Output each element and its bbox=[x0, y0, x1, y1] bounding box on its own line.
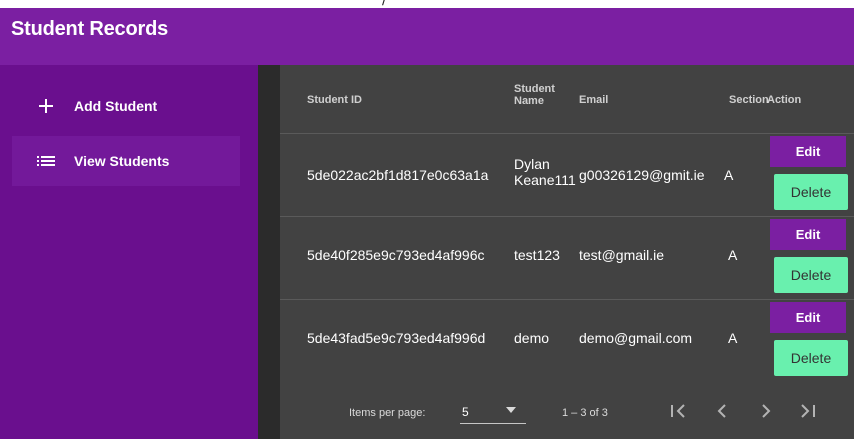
edit-button[interactable]: Edit bbox=[770, 302, 846, 333]
table-row: 5de40f285e9c793ed4af996c test123 test@gm… bbox=[280, 217, 854, 300]
edit-button[interactable]: Edit bbox=[770, 136, 846, 167]
cell-student-name: test123 bbox=[514, 247, 560, 263]
cell-email: test@gmail.ie bbox=[579, 247, 665, 263]
main-content: Student ID Student Name Email Section Ac… bbox=[258, 65, 854, 439]
plus-icon bbox=[34, 94, 58, 118]
app-toolbar: Student Records bbox=[0, 8, 854, 65]
chevron-right-icon bbox=[762, 404, 771, 418]
items-per-page-label: Items per page: bbox=[349, 407, 426, 419]
cell-email: g00326129@gmit.ie bbox=[579, 167, 705, 183]
cell-section: A bbox=[724, 167, 734, 183]
header-student-name: Student Name bbox=[514, 83, 555, 107]
cell-student-name: Dylan Keane111 bbox=[514, 156, 576, 188]
cell-email: demo@gmail.com bbox=[579, 330, 693, 346]
sidenav: Add Student View Students bbox=[0, 65, 258, 439]
chevron-down-icon bbox=[506, 407, 516, 413]
cell-student-name: demo bbox=[514, 330, 550, 346]
next-page-button[interactable] bbox=[752, 397, 780, 425]
sidebar-item-label: Add Student bbox=[74, 98, 158, 114]
delete-button[interactable]: Delete bbox=[774, 340, 848, 376]
chevron-left-icon bbox=[717, 404, 726, 418]
sidebar-item-label: View Students bbox=[74, 153, 170, 169]
cell-student-id: 5de40f285e9c793ed4af996c bbox=[307, 247, 485, 263]
last-page-button[interactable] bbox=[794, 397, 822, 425]
app-title: Student Records bbox=[11, 18, 169, 40]
table-header: Student ID Student Name Email Section Ac… bbox=[280, 65, 854, 134]
students-table: Student ID Student Name Email Section Ac… bbox=[280, 65, 854, 439]
page-size-value: 5 bbox=[462, 405, 469, 419]
first-page-button[interactable] bbox=[664, 397, 692, 425]
page-size-select[interactable]: 5 bbox=[460, 403, 526, 424]
edit-button[interactable]: Edit bbox=[770, 219, 846, 250]
delete-button[interactable]: Delete bbox=[774, 174, 848, 210]
cell-section: A bbox=[728, 247, 738, 263]
last-page-icon bbox=[801, 404, 815, 418]
header-student-id: Student ID bbox=[307, 94, 362, 106]
sidebar-item-view-students[interactable]: View Students bbox=[12, 136, 240, 186]
cell-section: A bbox=[728, 330, 738, 346]
cell-student-id: 5de022ac2bf1d817e0c63a1a bbox=[307, 167, 489, 183]
header-section: Section bbox=[729, 94, 769, 106]
header-action: Action bbox=[767, 94, 802, 106]
cropped-text-fragment: / bbox=[382, 0, 387, 8]
list-icon bbox=[34, 149, 58, 173]
delete-button[interactable]: Delete bbox=[774, 257, 848, 293]
table-row: 5de43fad5e9c793ed4af996d demo demo@gmail… bbox=[280, 300, 854, 382]
first-page-icon bbox=[671, 404, 685, 418]
cell-student-id: 5de43fad5e9c793ed4af996d bbox=[307, 330, 486, 346]
sidebar-item-add-student[interactable]: Add Student bbox=[12, 81, 240, 131]
table-row: 5de022ac2bf1d817e0c63a1a Dylan Keane111 … bbox=[280, 134, 854, 217]
previous-page-button[interactable] bbox=[708, 397, 736, 425]
range-label: 1 – 3 of 3 bbox=[562, 407, 608, 419]
paginator: Items per page: 5 1 – 3 of 3 bbox=[280, 377, 854, 439]
header-email: Email bbox=[579, 94, 609, 106]
